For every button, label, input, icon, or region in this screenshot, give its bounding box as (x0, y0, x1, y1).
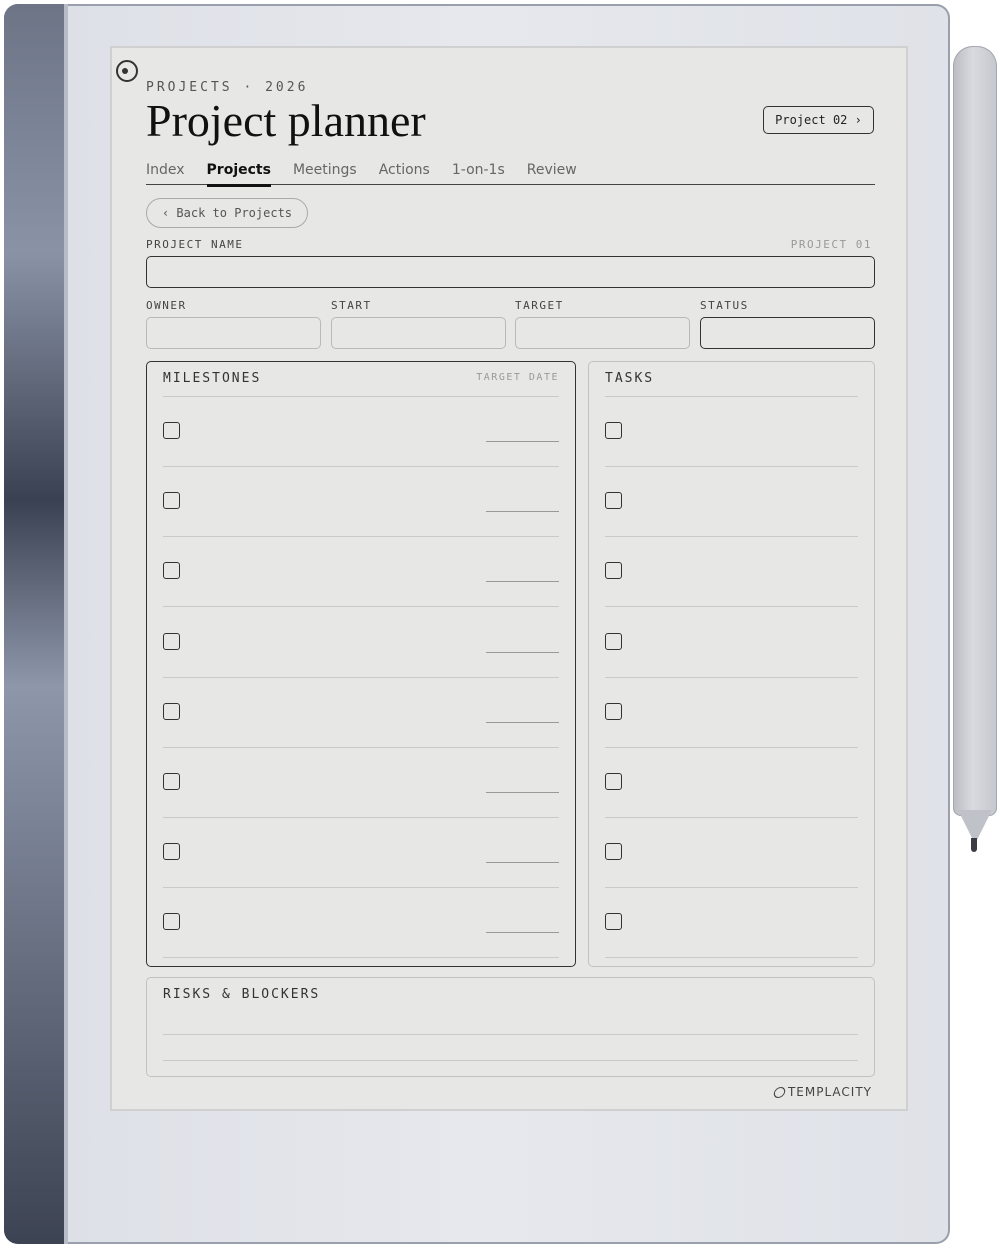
project-name-label: PROJECT NAME (146, 238, 244, 251)
target-date-line[interactable] (486, 581, 559, 583)
templacity-logo-icon (772, 1086, 787, 1098)
brand-mark: TEMPLACITY (772, 1085, 872, 1099)
next-project-button[interactable]: Project 02 › (763, 106, 874, 134)
panel-header-rule (605, 396, 858, 397)
start-field[interactable] (331, 317, 506, 349)
row-divider (163, 957, 559, 959)
tab-index[interactable]: Index (146, 161, 185, 185)
status-field[interactable] (700, 317, 875, 349)
tab-meetings[interactable]: Meetings (293, 161, 357, 185)
back-to-projects-label: ‹ Back to Projects (161, 206, 293, 220)
checkbox-icon[interactable] (163, 492, 180, 510)
row-divider (163, 817, 559, 818)
row-divider (163, 536, 559, 538)
risks-title: RISKS & BLOCKERS (163, 987, 321, 1002)
row-divider (605, 957, 858, 959)
checkbox-icon[interactable] (605, 632, 622, 650)
status-label: STATUS (700, 299, 749, 312)
tab-actions[interactable]: Actions (379, 161, 430, 185)
target-label: TARGET (515, 299, 564, 312)
row-divider (163, 746, 559, 748)
row-divider (163, 676, 559, 678)
tab-review[interactable]: Review (527, 161, 577, 185)
stylus-pen (953, 46, 997, 816)
row-divider (605, 746, 858, 748)
target-date-line[interactable] (486, 862, 559, 864)
checkbox-icon[interactable] (605, 702, 622, 720)
checkbox-icon[interactable] (163, 562, 180, 580)
nav-tabs: Index Projects Meetings Actions 1-on-1s … (146, 161, 875, 187)
risks-panel: RISKS & BLOCKERS (146, 977, 875, 1077)
target-date-line[interactable] (486, 441, 559, 442)
row-divider (605, 887, 858, 889)
row-divider (163, 887, 559, 889)
checkbox-icon[interactable] (605, 492, 622, 510)
start-label: START (331, 299, 372, 312)
project-number: PROJECT 01 (790, 238, 872, 251)
tasks-title: TASKS (605, 371, 655, 386)
checkbox-icon[interactable] (605, 843, 622, 861)
tablet-spine (4, 4, 68, 1244)
camera-icon (116, 60, 138, 82)
checkbox-icon[interactable] (163, 843, 180, 861)
target-date-line[interactable] (486, 651, 559, 653)
row-divider (163, 466, 559, 467)
tab-1-on-1s[interactable]: 1-on-1s (452, 161, 505, 185)
brand-name: TEMPLACITY (787, 1085, 872, 1099)
project-name-field[interactable] (146, 256, 875, 288)
row-divider (605, 676, 858, 678)
checkbox-icon[interactable] (163, 773, 180, 790)
stylus-nib (971, 838, 977, 852)
checkbox-icon[interactable] (605, 562, 622, 580)
screen: PROJECTS · 2026 Project planner Project … (110, 46, 908, 1111)
owner-label: OWNER (146, 299, 187, 312)
milestones-title: MILESTONES (163, 371, 262, 386)
target-date-line[interactable] (486, 511, 559, 513)
next-project-label: Project 02 › (775, 113, 862, 127)
checkbox-icon[interactable] (163, 913, 180, 931)
row-divider (605, 817, 858, 818)
owner-field[interactable] (146, 317, 321, 349)
risks-line[interactable] (163, 1034, 858, 1035)
row-divider (605, 536, 858, 538)
target-date-line[interactable] (486, 792, 559, 793)
checkbox-icon[interactable] (605, 422, 622, 439)
target-date-column-label: TARGET DATE (476, 372, 559, 383)
target-date-line[interactable] (486, 932, 559, 934)
target-date-line[interactable] (486, 721, 559, 723)
tab-projects[interactable]: Projects (206, 161, 272, 187)
checkbox-icon[interactable] (605, 773, 622, 790)
row-divider (605, 466, 858, 467)
page-title: Project planner (146, 95, 426, 146)
checkbox-icon[interactable] (163, 702, 180, 720)
back-to-projects-button[interactable]: ‹ Back to Projects (146, 198, 308, 228)
page-eyebrow: PROJECTS · 2026 (146, 80, 309, 95)
checkbox-icon[interactable] (163, 422, 180, 439)
checkbox-icon[interactable] (605, 913, 622, 931)
row-divider (163, 606, 559, 608)
checkbox-icon[interactable] (163, 632, 180, 650)
panel-header-rule (163, 396, 559, 397)
risks-line[interactable] (163, 1060, 858, 1061)
row-divider (605, 606, 858, 608)
tasks-panel: TASKS (588, 361, 875, 967)
target-field[interactable] (515, 317, 690, 349)
milestones-panel: MILESTONES TARGET DATE (146, 361, 576, 967)
